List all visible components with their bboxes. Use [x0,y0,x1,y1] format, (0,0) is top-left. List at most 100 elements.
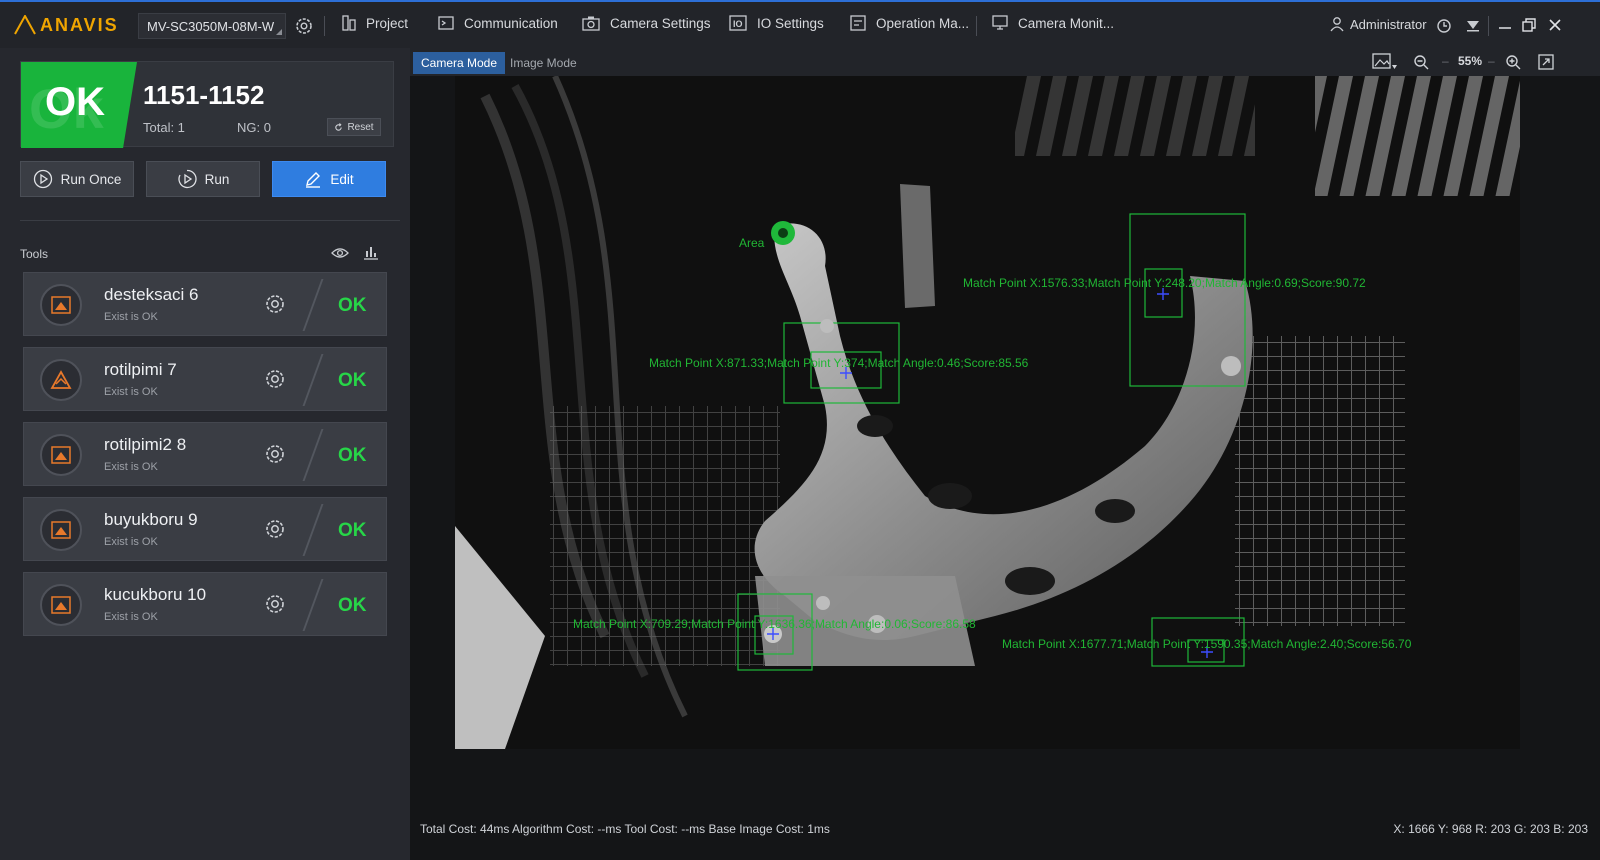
tool-card[interactable]: rotilpimi2 8 Exist is OK OK [23,422,387,486]
tool-gear-icon[interactable] [264,593,286,615]
reset-button[interactable]: Reset [327,118,381,136]
history-icon[interactable] [1436,18,1452,34]
image-icon [40,284,82,326]
tool-card[interactable]: buyukboru 9 Exist is OK OK [23,497,387,561]
tool-result: OK [338,595,367,616]
reset-icon [335,122,343,131]
result-card: Ok OK 1151-1152 Total: 1 NG: 0 Reset [20,61,394,148]
camera-image[interactable]: Area Match Point X:1576.33;Match Point Y… [455,76,1520,749]
fit-screen-icon[interactable] [1538,54,1554,70]
menu-io-settings-label: IO Settings [757,15,824,31]
camera-gear-icon[interactable] [294,16,314,36]
dropdown-corner-icon [276,29,282,35]
tool-name: buyukboru 9 [104,510,198,529]
total-count: Total: 1 [143,120,185,135]
separator [324,16,325,36]
tool-divider [302,354,324,406]
menu-camera-monitor[interactable]: Camera Monit... [992,15,1114,31]
separator [1488,16,1489,36]
overlay-match-4: Match Point X:1677.71;Match Point Y:1590… [1002,637,1412,651]
overlay-match-1: Match Point X:1576.33;Match Point Y:248.… [963,276,1366,290]
ng-count: NG: 0 [237,120,271,135]
bar-chart-icon[interactable] [363,244,379,260]
image-viewer: Camera Mode Image Mode – 55% – Area Matc… [410,48,1600,860]
edit-label: Edit [330,171,354,187]
restore-icon[interactable] [1522,18,1536,32]
tools-heading: Tools [20,247,49,261]
svg-text:IO: IO [733,19,743,29]
run-once-button[interactable]: Run Once [20,161,134,197]
tool-divider [302,504,324,556]
pixel-readout: X: 1666 Y: 968 R: 203 G: 203 B: 203 [1393,822,1588,836]
menu-communication[interactable]: Communication [438,15,558,31]
menu-project-label: Project [366,15,409,31]
tool-card[interactable]: rotilpimi 7 Exist is OK OK [23,347,387,411]
run-button[interactable]: Run [146,161,260,197]
image-icon [40,434,82,476]
monitor-icon [992,15,1008,30]
terminal-icon [438,16,454,30]
top-bar: ANAVIS MV-SC3050M-08M-W Project Communic… [0,0,1600,48]
image-icon [40,584,82,626]
zoom-separator: – [1442,54,1449,68]
menu-io-settings[interactable]: IO IO Settings [729,15,824,31]
triangle-icon [40,359,82,401]
zoom-separator: – [1488,54,1495,68]
tab-image-mode[interactable]: Image Mode [502,52,585,74]
tool-divider [302,279,324,331]
user-name: Administrator [1350,16,1427,32]
viewer-toolbar: Camera Mode Image Mode – 55% – [410,48,1600,76]
tool-result: OK [338,520,367,541]
tool-gear-icon[interactable] [264,293,286,315]
user-menu[interactable]: Administrator [1330,16,1427,32]
camera-icon [582,16,600,31]
io-icon: IO [729,15,747,31]
eye-icon[interactable] [331,246,349,260]
tab-camera-mode[interactable]: Camera Mode [413,52,506,74]
tool-gear-icon[interactable] [264,443,286,465]
tool-gear-icon[interactable] [264,518,286,540]
tool-name: desteksaci 6 [104,285,199,304]
image-options-icon[interactable] [1372,53,1398,71]
menu-operation[interactable]: Operation Ma... [850,15,969,31]
menu-camera-settings[interactable]: Camera Settings [582,15,711,31]
ok-badge: Ok OK [21,62,137,148]
status-costs: Total Cost: 44ms Algorithm Cost: --ms To… [420,822,830,836]
menu-project[interactable]: Project [342,15,408,31]
close-icon[interactable] [1548,18,1562,32]
tool-divider [302,429,324,481]
divider [20,220,400,221]
user-icon [1330,17,1344,32]
ok-badge-label: OK [45,80,105,124]
run-loop-icon [177,169,197,189]
camera-select[interactable]: MV-SC3050M-08M-W [138,13,286,39]
app-logo: ANAVIS [14,15,132,36]
zoom-in-icon[interactable] [1505,54,1521,70]
zoom-level: 55% [1458,54,1483,68]
tool-status: Exist is OK [104,386,158,398]
zoom-out-icon[interactable] [1413,54,1429,70]
menu-communication-label: Communication [464,15,558,31]
tool-status: Exist is OK [104,311,158,323]
tool-card[interactable]: desteksaci 6 Exist is OK OK [23,272,387,336]
tool-gear-icon[interactable] [264,368,286,390]
result-title: 1151-1152 [143,80,265,110]
run-label: Run [204,171,230,187]
tool-name: rotilpimi2 8 [104,435,187,454]
logo-icon [14,15,36,35]
separator [976,16,977,36]
tool-card[interactable]: kucukboru 10 Exist is OK OK [23,572,387,636]
pencil-icon [306,172,321,188]
menu-operation-label: Operation Ma... [876,15,970,31]
dropdown-icon[interactable] [1466,19,1480,33]
play-circle-icon [33,169,52,189]
tool-status: Exist is OK [104,611,158,623]
minimize-icon[interactable] [1498,18,1512,32]
tool-result: OK [338,370,367,391]
project-icon [342,15,356,31]
tool-status: Exist is OK [104,461,158,473]
edit-button[interactable]: Edit [272,161,386,197]
tool-divider [302,579,324,631]
tool-name: kucukboru 10 [104,585,207,604]
tool-name: rotilpimi 7 [104,360,177,379]
